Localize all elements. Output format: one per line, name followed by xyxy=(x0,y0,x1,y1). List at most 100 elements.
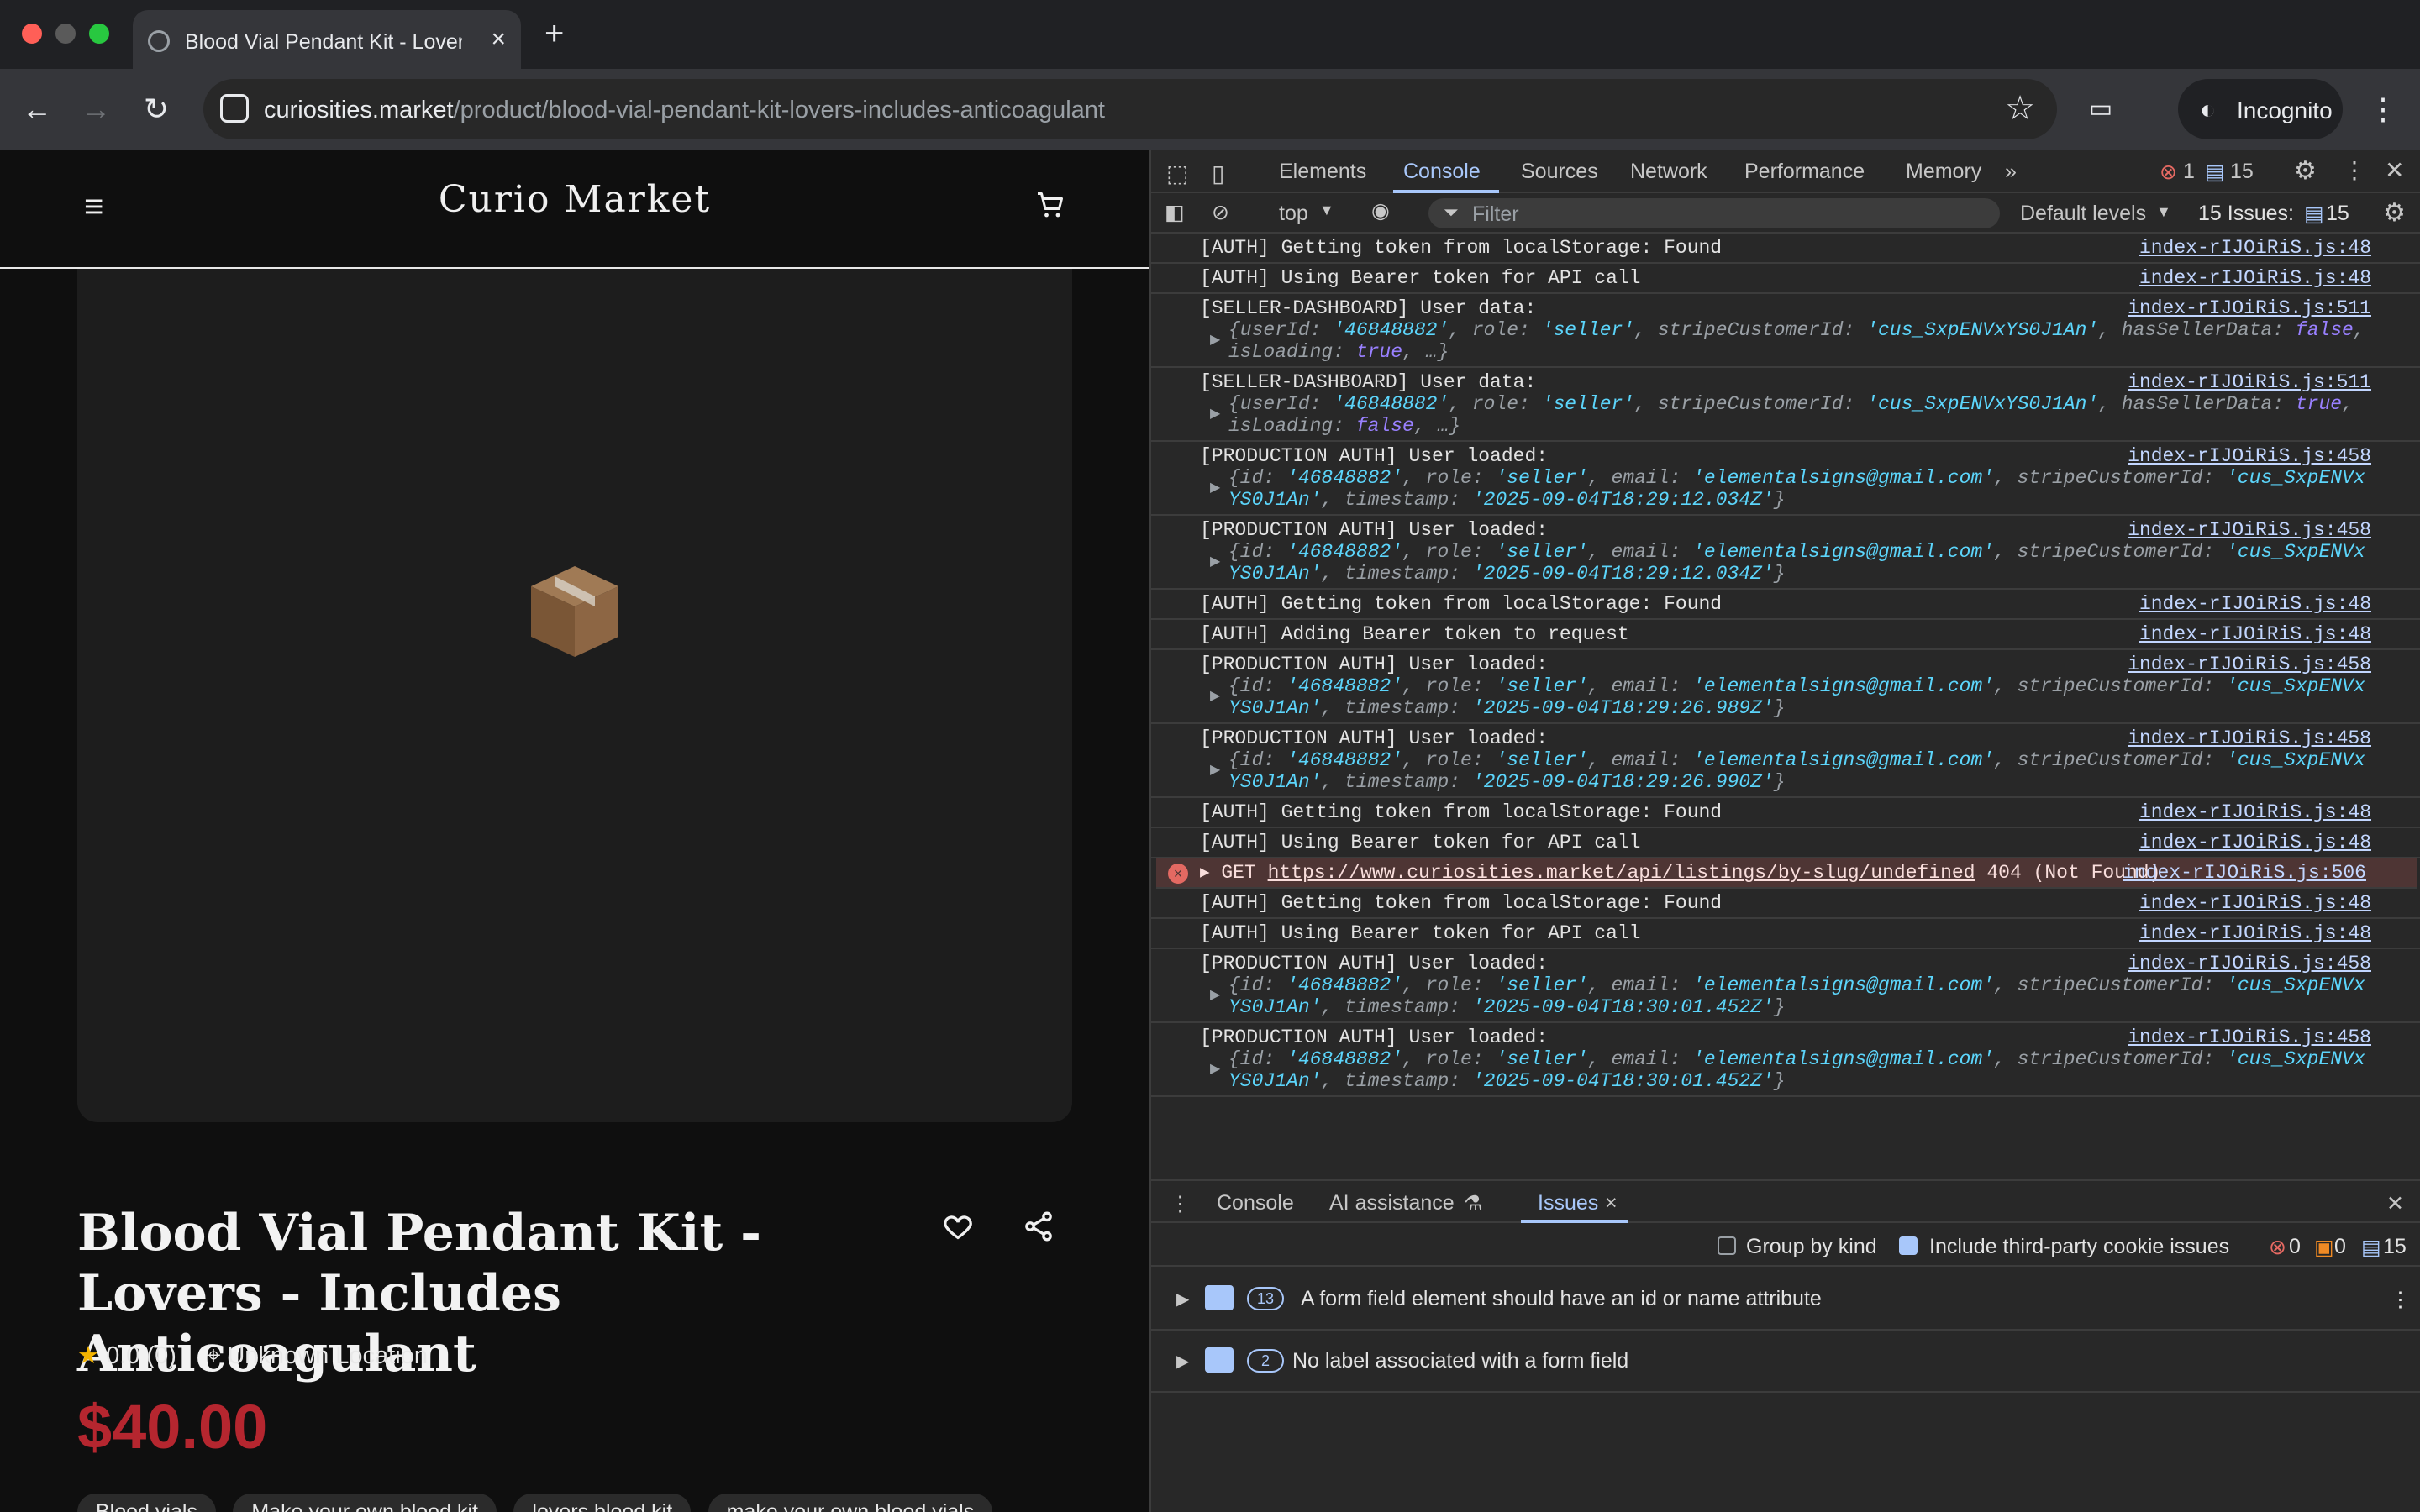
log-object-preview[interactable]: {id: '46848882', role: 'seller', email: … xyxy=(1200,541,2371,585)
error-url-link[interactable]: https://www.curiosities.market/api/listi… xyxy=(1268,862,1975,884)
source-link[interactable]: index-rIJOiRiS.js:458 xyxy=(2128,654,2371,675)
source-link[interactable]: index-rIJOiRiS.js:48 xyxy=(2139,237,2371,259)
log-object-preview[interactable]: {id: '46848882', role: 'seller', email: … xyxy=(1200,974,2371,1018)
group-by-kind-checkbox[interactable] xyxy=(1718,1236,1736,1255)
tag-chip[interactable]: Blood vials xyxy=(77,1494,216,1512)
drawer-tab-ai-assistance[interactable]: AI assistance xyxy=(1329,1191,1455,1215)
source-link[interactable]: index-rIJOiRiS.js:458 xyxy=(2128,445,2371,467)
device-toolbar-icon[interactable]: ▯ xyxy=(1212,160,1224,187)
tab-console[interactable]: Console xyxy=(1403,160,1481,184)
filter-input[interactable]: ⏷ Filter xyxy=(1428,198,2000,228)
expand-object-icon[interactable]: ▶ xyxy=(1210,984,1220,1006)
message-count-icon[interactable]: ▤ xyxy=(2205,160,2225,185)
cast-icon[interactable]: ▭ xyxy=(2081,89,2121,129)
log-levels-select[interactable]: Default levels xyxy=(2020,202,2146,226)
issue-more-icon[interactable]: ⋮ xyxy=(2390,1287,2411,1312)
source-link[interactable]: index-rIJOiRiS.js:458 xyxy=(2128,1026,2371,1048)
expand-object-icon[interactable]: ▶ xyxy=(1210,329,1220,351)
more-tabs-icon[interactable]: » xyxy=(2005,160,2017,184)
source-link[interactable]: index-rIJOiRiS.js:48 xyxy=(2139,801,2371,823)
issue-row[interactable]: ▶ 13 A form field element should have an… xyxy=(1151,1268,2420,1331)
browser-tab[interactable]: Blood Vial Pendant Kit - Lovers × xyxy=(133,10,521,69)
source-link[interactable]: index-rIJOiRiS.js:48 xyxy=(2139,922,2371,944)
source-link[interactable]: index-rIJOiRiS.js:506 xyxy=(2123,862,2366,884)
issue-error-icon: ⊗ xyxy=(2269,1236,2286,1259)
share-icon[interactable] xyxy=(1022,1210,1055,1243)
drawer-tab-console[interactable]: Console xyxy=(1217,1191,1294,1215)
error-method: GET xyxy=(1221,862,1256,884)
log-object-preview[interactable]: {id: '46848882', role: 'seller', email: … xyxy=(1200,749,2371,793)
context-select[interactable]: top xyxy=(1279,202,1308,226)
close-window-button[interactable] xyxy=(22,24,42,44)
tab-network[interactable]: Network xyxy=(1630,160,1707,184)
expand-object-icon[interactable]: ▶ xyxy=(1210,403,1220,425)
close-issues-tab-icon[interactable]: × xyxy=(1605,1191,1618,1215)
filter-placeholder: Filter xyxy=(1472,202,1519,226)
expand-object-icon[interactable]: ▶ xyxy=(1210,551,1220,573)
drawer-menu-icon[interactable]: ⋮ xyxy=(1170,1191,1191,1216)
log-object-preview[interactable]: {userId: '46848882', role: 'seller', str… xyxy=(1200,319,2371,363)
source-link[interactable]: index-rIJOiRiS.js:511 xyxy=(2128,371,2371,393)
source-link[interactable]: index-rIJOiRiS.js:48 xyxy=(2139,623,2371,645)
site-header: ≡ Curio Market xyxy=(0,150,1150,269)
live-expression-eye-icon[interactable]: ◉ xyxy=(1371,198,1390,223)
heart-icon[interactable] xyxy=(941,1210,975,1243)
close-tab-icon[interactable]: × xyxy=(491,25,506,54)
site-info-icon[interactable] xyxy=(220,94,249,123)
forward-icon[interactable]: → xyxy=(76,89,116,129)
log-object-preview[interactable]: {id: '46848882', role: 'seller', email: … xyxy=(1200,467,2371,511)
chevron-right-icon[interactable]: ▶ xyxy=(1176,1289,1189,1310)
message-count: 15 xyxy=(2230,160,2254,183)
log-object-preview[interactable]: {id: '46848882', role: 'seller', email: … xyxy=(1200,675,2371,719)
log-object-preview[interactable]: {userId: '46848882', role: 'seller', str… xyxy=(1200,393,2371,437)
drawer-tab-issues[interactable]: Issues xyxy=(1538,1191,1598,1215)
site-logo[interactable]: Curio Market xyxy=(0,178,1150,221)
close-devtools-icon[interactable]: ✕ xyxy=(2385,156,2404,184)
close-drawer-icon[interactable]: ✕ xyxy=(2386,1191,2404,1216)
issue-row[interactable]: ▶ 2 No label associated with a form fiel… xyxy=(1151,1331,2420,1393)
settings-gear-icon[interactable]: ⚙ xyxy=(2294,156,2317,186)
source-link[interactable]: index-rIJOiRiS.js:458 xyxy=(2128,953,2371,974)
issues-summary[interactable]: 15 Issues: xyxy=(2198,202,2294,226)
issue-warning-count: 0 xyxy=(2334,1235,2346,1258)
zoom-window-button[interactable] xyxy=(89,24,109,44)
source-link[interactable]: index-rIJOiRiS.js:48 xyxy=(2139,892,2371,914)
drawer-tab-bar: ⋮ Console AI assistance ⚗ Issues × ✕ xyxy=(1151,1181,2420,1223)
bookmark-star-icon[interactable]: ☆ xyxy=(2005,89,2035,128)
sidebar-toggle-icon[interactable]: ◧ xyxy=(1165,200,1185,225)
source-link[interactable]: index-rIJOiRiS.js:48 xyxy=(2139,832,2371,853)
more-menu-icon[interactable]: ⋮ xyxy=(2363,89,2403,129)
source-link[interactable]: index-rIJOiRiS.js:48 xyxy=(2139,593,2371,615)
address-bar[interactable]: curiosities.market/product/blood-vial-pe… xyxy=(203,79,2057,139)
incognito-badge[interactable]: ◐ Incognito xyxy=(2178,79,2343,139)
expand-object-icon[interactable]: ▶ xyxy=(1210,685,1220,707)
source-link[interactable]: index-rIJOiRiS.js:48 xyxy=(2139,267,2371,289)
third-party-cookie-checkbox[interactable] xyxy=(1899,1236,1918,1255)
minimize-window-button[interactable] xyxy=(55,24,76,44)
tab-memory[interactable]: Memory xyxy=(1906,160,1981,184)
source-link[interactable]: index-rIJOiRiS.js:458 xyxy=(2128,519,2371,541)
tag-chip[interactable]: make your own blood vials xyxy=(708,1494,993,1512)
chevron-right-icon[interactable]: ▶ xyxy=(1176,1351,1189,1372)
clear-console-icon[interactable]: ⊘ xyxy=(1212,200,1229,225)
reload-icon[interactable]: ↻ xyxy=(136,89,176,129)
back-icon[interactable]: ← xyxy=(17,89,57,129)
cart-icon[interactable] xyxy=(1035,190,1065,220)
tag-chip[interactable]: lovers blood kit xyxy=(513,1494,692,1512)
tag-list: Blood vials Make your own blood kit love… xyxy=(77,1494,1150,1512)
devtools-more-icon[interactable]: ⋮ xyxy=(2343,156,2366,184)
expand-object-icon[interactable]: ▶ xyxy=(1210,1058,1220,1080)
expand-object-icon[interactable]: ▶ xyxy=(1210,477,1220,499)
console-settings-gear-icon[interactable]: ⚙ xyxy=(2383,198,2406,228)
tag-chip[interactable]: Make your own blood kit xyxy=(233,1494,497,1512)
tab-elements[interactable]: Elements xyxy=(1279,160,1366,184)
source-link[interactable]: index-rIJOiRiS.js:511 xyxy=(2128,297,2371,319)
tab-sources[interactable]: Sources xyxy=(1521,160,1598,184)
tab-performance[interactable]: Performance xyxy=(1744,160,1865,184)
inspect-element-icon[interactable]: ⬚ xyxy=(1166,160,1188,187)
expand-object-icon[interactable]: ▶ xyxy=(1210,759,1220,781)
new-tab-icon[interactable]: + xyxy=(544,15,564,53)
log-object-preview[interactable]: {id: '46848882', role: 'seller', email: … xyxy=(1200,1048,2371,1092)
source-link[interactable]: index-rIJOiRiS.js:458 xyxy=(2128,727,2371,749)
error-count-icon[interactable]: ⊗ xyxy=(2160,160,2177,185)
